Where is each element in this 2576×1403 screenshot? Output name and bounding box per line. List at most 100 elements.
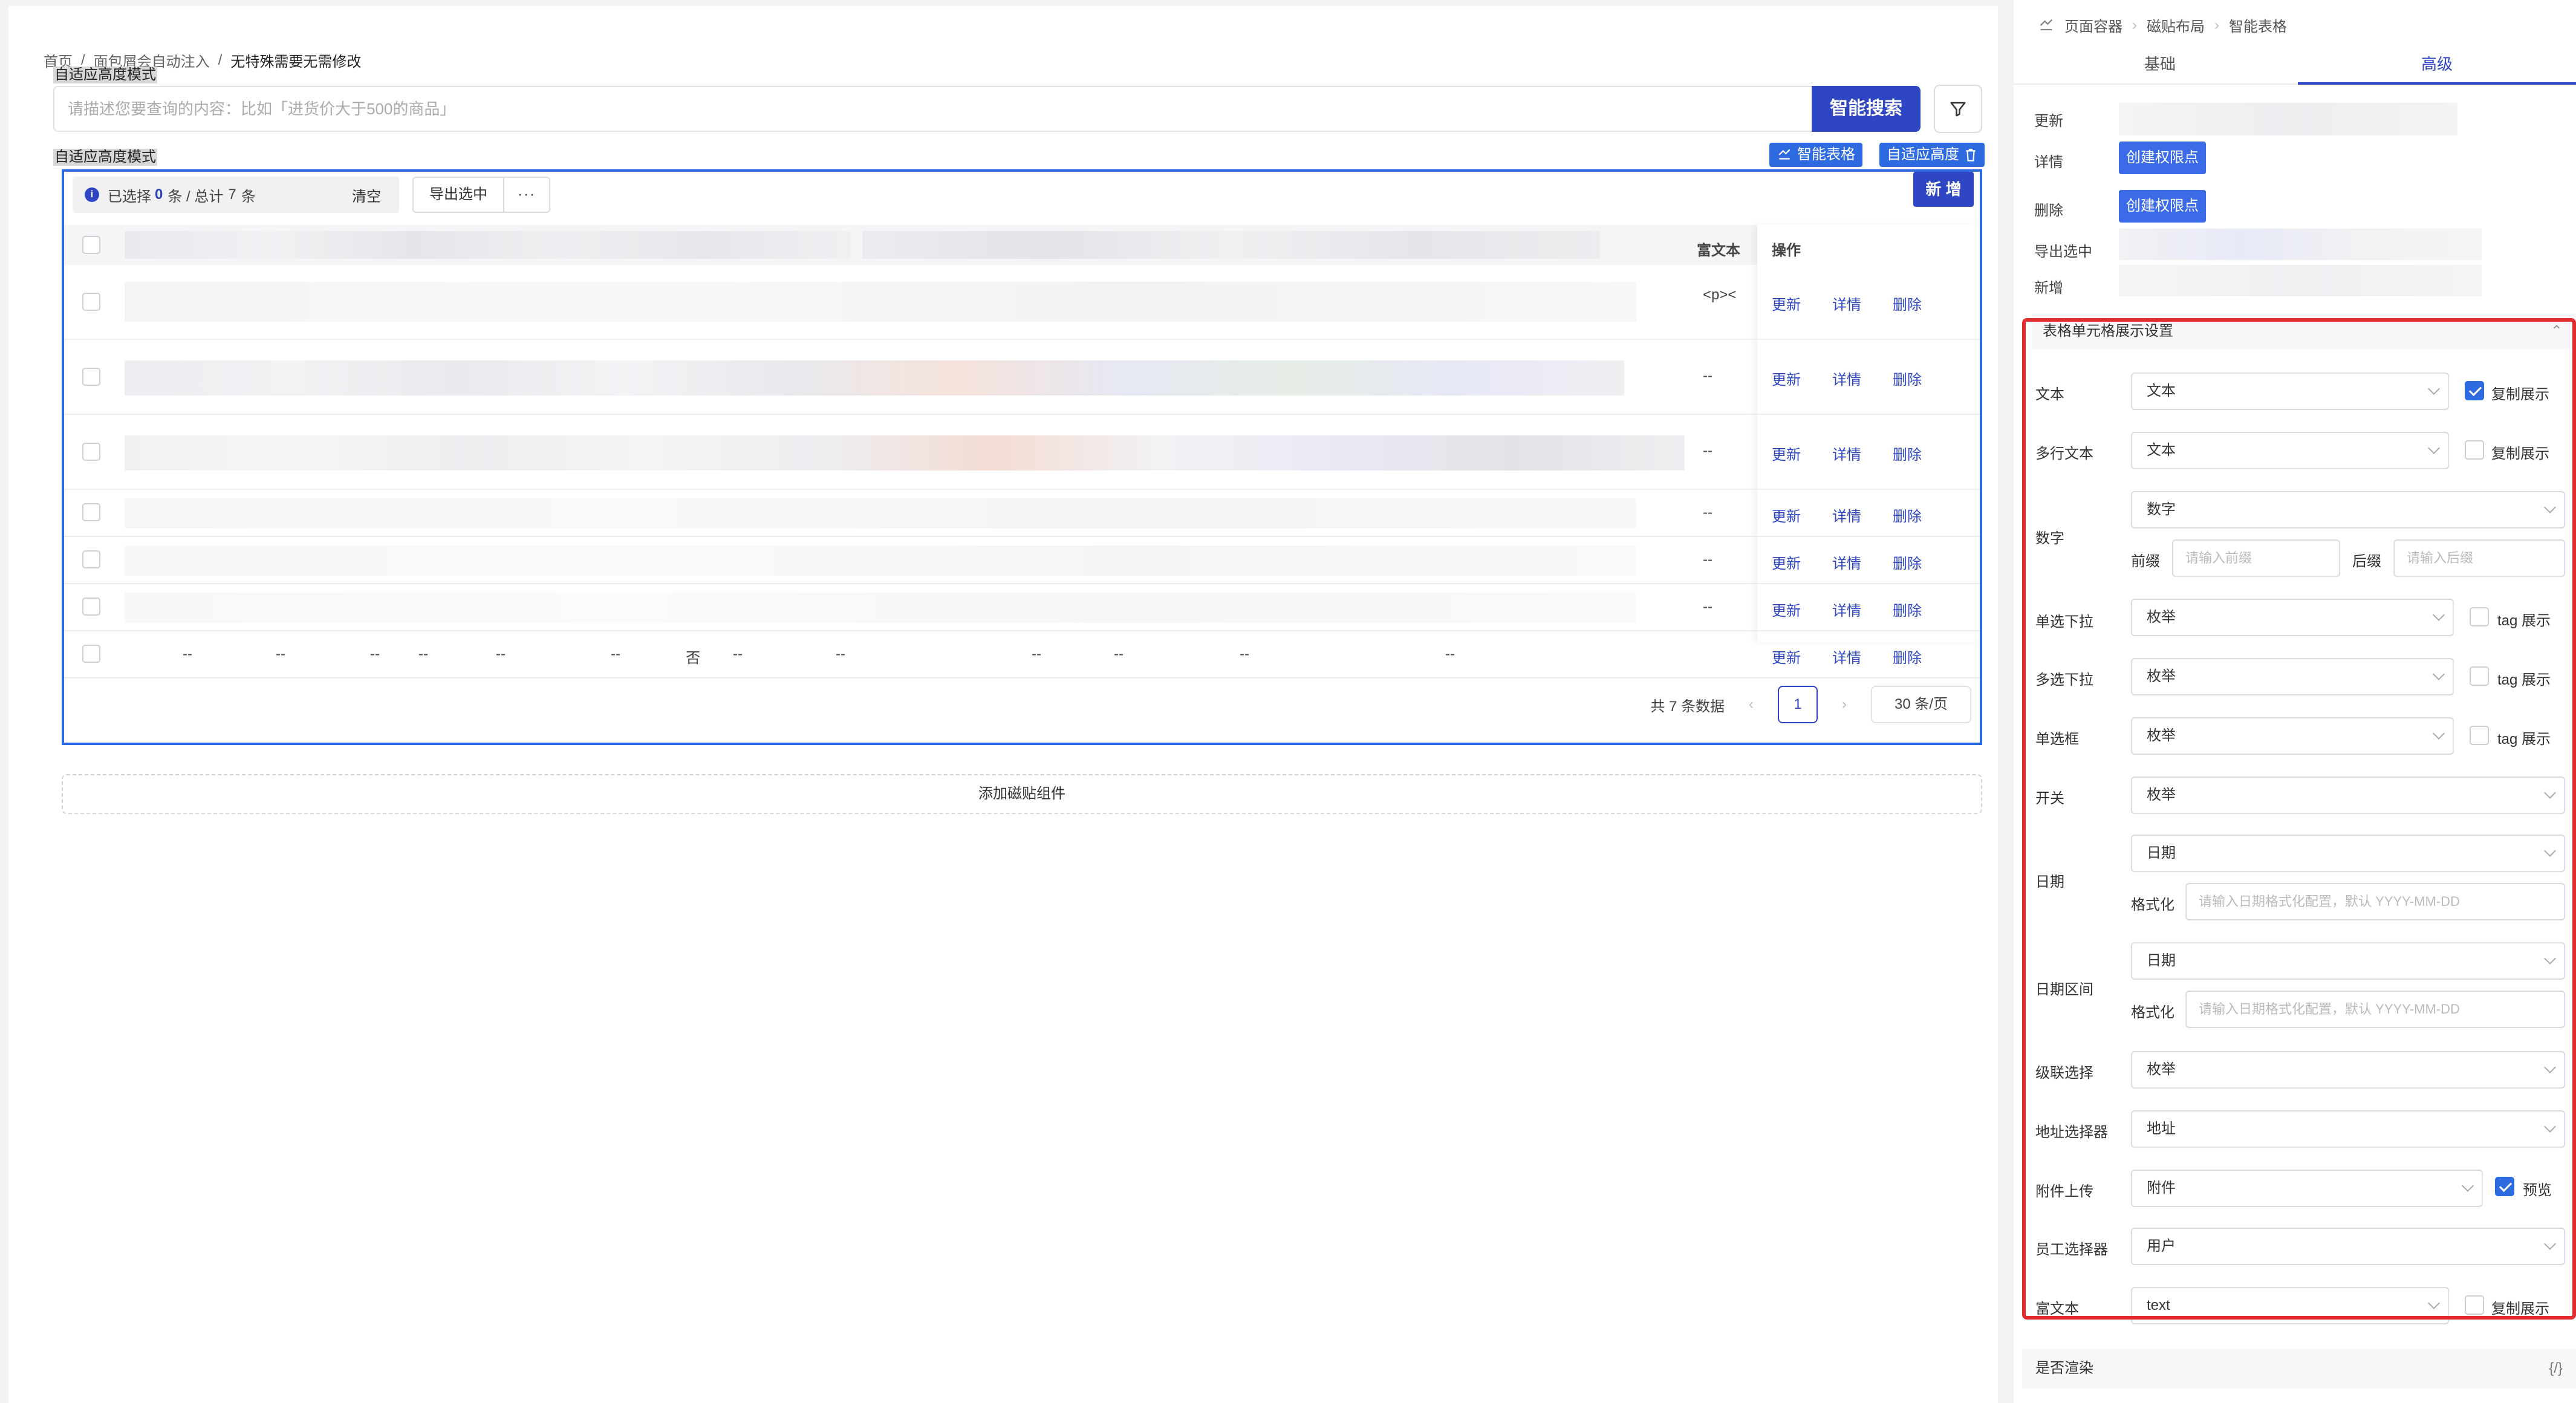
blurred-header xyxy=(862,231,1600,259)
delete-link[interactable]: 删除 xyxy=(1893,368,1922,389)
smart-table-tag-label: 智能表格 xyxy=(1797,146,1855,163)
detail-link[interactable]: 详情 xyxy=(1832,552,1861,573)
header-operations: 操作 xyxy=(1772,243,1801,259)
perm-label-detail: 详情 xyxy=(2034,154,2063,171)
export-selected-button[interactable]: 导出选中 xyxy=(414,178,504,212)
detail-link[interactable]: 详情 xyxy=(1832,443,1861,464)
cell: -- xyxy=(1240,646,1249,662)
page-1-button[interactable]: 1 xyxy=(1778,686,1818,723)
update-link[interactable]: 更新 xyxy=(1772,646,1801,667)
trash-icon[interactable] xyxy=(1964,148,1977,162)
detail-link[interactable]: 详情 xyxy=(1832,368,1861,389)
blurred-cells xyxy=(125,593,1636,623)
table-row[interactable]: -- 更新 详情 删除 xyxy=(64,584,1980,631)
cell: -- xyxy=(276,646,285,662)
next-page-icon[interactable]: › xyxy=(1842,696,1847,713)
tab-advanced[interactable]: 高级 xyxy=(2421,52,2453,74)
row-checkbox[interactable] xyxy=(82,645,100,663)
table-header xyxy=(64,225,1980,265)
new-record-button[interactable]: 新 增 xyxy=(1913,172,1974,207)
breadcrumb-current: 无特殊需要无需修改 xyxy=(230,54,362,70)
breadcrumb-sep: / xyxy=(218,51,223,68)
crumb-tile-layout[interactable]: 磁贴布局 xyxy=(2147,15,2205,36)
adaptive-height-tag[interactable]: 自适应高度 xyxy=(1879,143,1985,167)
create-permission-button[interactable]: 创建权限点 xyxy=(2119,142,2206,174)
detail-link[interactable]: 详情 xyxy=(1832,504,1861,526)
component-icon xyxy=(2040,19,2053,30)
detail-link[interactable]: 详情 xyxy=(1832,293,1861,314)
delete-link[interactable]: 删除 xyxy=(1893,646,1922,667)
blurred-cells xyxy=(125,360,1624,396)
update-link[interactable]: 更新 xyxy=(1772,599,1801,620)
delete-link[interactable]: 删除 xyxy=(1893,504,1922,526)
clear-selection-button[interactable]: 清空 xyxy=(352,184,381,206)
detail-link[interactable]: 详情 xyxy=(1832,599,1861,620)
row-checkbox[interactable] xyxy=(82,597,100,616)
blurred-perm xyxy=(2119,229,2482,260)
row-actions: 更新 详情 删除 xyxy=(1772,599,1922,620)
smart-table-tag[interactable]: 智能表格 xyxy=(1769,143,1862,167)
row-checkbox[interactable] xyxy=(82,550,100,568)
table-row[interactable]: -- -- -- -- -- -- 否 -- -- -- -- -- -- 更新… xyxy=(64,631,1980,679)
boolean-cell: 否 xyxy=(686,650,700,666)
more-actions-button[interactable]: ··· xyxy=(504,186,549,203)
tab-indicator xyxy=(2298,82,2576,85)
cell: -- xyxy=(733,646,743,662)
adaptive-height-tag-label: 自适应高度 xyxy=(1887,146,1959,163)
search-input[interactable]: 请描述您要查询的内容：比如「进货价大于500的商品」 xyxy=(53,86,1812,132)
blurred-perm xyxy=(2119,103,2457,135)
render-condition-row[interactable]: 是否渲染 {/} xyxy=(2022,1349,2576,1388)
blurred-cells xyxy=(125,498,1636,529)
header-richtext: 富文本 xyxy=(1697,243,1740,259)
blurred-header xyxy=(125,231,850,259)
crumb-smart-table: 智能表格 xyxy=(2229,19,2287,35)
smart-table: i 已选择 0 条 / 总计 7 条 清空 导出选中 ··· 新 增 富文本 操… xyxy=(62,169,1982,745)
page-size-select[interactable]: 30 条/页 xyxy=(1871,686,1971,723)
update-link[interactable]: 更新 xyxy=(1772,504,1801,526)
cell: -- xyxy=(418,646,428,662)
perm-label-update: 更新 xyxy=(2034,113,2063,129)
total-count: 共 7 条数据 xyxy=(1650,698,1725,715)
tab-basic[interactable]: 基础 xyxy=(2144,52,2176,74)
prev-page-icon[interactable]: ‹ xyxy=(1749,696,1754,713)
row-checkbox[interactable] xyxy=(82,293,100,311)
update-link[interactable]: 更新 xyxy=(1772,368,1801,389)
create-permission-button[interactable]: 创建权限点 xyxy=(2119,190,2206,223)
row-checkbox[interactable] xyxy=(82,443,100,461)
richtext-cell: <p>< xyxy=(1703,287,1737,303)
table-row[interactable]: -- 更新 详情 删除 xyxy=(64,537,1980,584)
crumb-page-container[interactable]: 页面容器 xyxy=(2064,15,2122,36)
delete-link[interactable]: 删除 xyxy=(1893,293,1922,314)
perm-label-export: 导出选中 xyxy=(2034,244,2092,260)
delete-link[interactable]: 删除 xyxy=(1893,599,1922,620)
smart-search-button[interactable]: 智能搜索 xyxy=(1812,86,1921,132)
cell: -- xyxy=(836,646,845,662)
table-row[interactable]: -- 更新 详情 删除 xyxy=(64,490,1980,537)
row-checkbox[interactable] xyxy=(82,503,100,521)
add-tile-component-button[interactable]: 添加磁贴组件 xyxy=(62,774,1982,814)
selection-suffix: 条 xyxy=(241,188,256,205)
update-link[interactable]: 更新 xyxy=(1772,552,1801,573)
detail-link[interactable]: 详情 xyxy=(1832,646,1861,667)
row-actions: 更新 详情 删除 xyxy=(1772,368,1922,389)
blurred-cells xyxy=(125,545,1636,576)
filter-button[interactable] xyxy=(1934,85,1982,133)
render-label: 是否渲染 xyxy=(2035,1360,2093,1376)
row-actions: 更新 详情 删除 xyxy=(1772,646,1922,667)
update-link[interactable]: 更新 xyxy=(1772,293,1801,314)
delete-link[interactable]: 删除 xyxy=(1893,443,1922,464)
table-row[interactable]: -- 更新 详情 删除 xyxy=(64,415,1980,490)
row-checkbox[interactable] xyxy=(82,368,100,386)
code-expression-icon[interactable]: {/} xyxy=(2549,1349,2563,1388)
row-actions: 更新 详情 删除 xyxy=(1772,552,1922,573)
richtext-cell: -- xyxy=(1703,599,1712,615)
delete-link[interactable]: 删除 xyxy=(1893,552,1922,573)
table-row[interactable]: -- 更新 详情 删除 xyxy=(64,340,1980,415)
update-link[interactable]: 更新 xyxy=(1772,443,1801,464)
table-row[interactable]: <p>< 更新 详情 删除 xyxy=(64,265,1980,340)
richtext-cell: -- xyxy=(1703,443,1712,459)
export-selected-group: 导出选中 ··· xyxy=(412,177,550,213)
cell: -- xyxy=(611,646,620,662)
selection-total: 7 xyxy=(228,186,236,203)
select-all-checkbox[interactable] xyxy=(82,236,100,254)
